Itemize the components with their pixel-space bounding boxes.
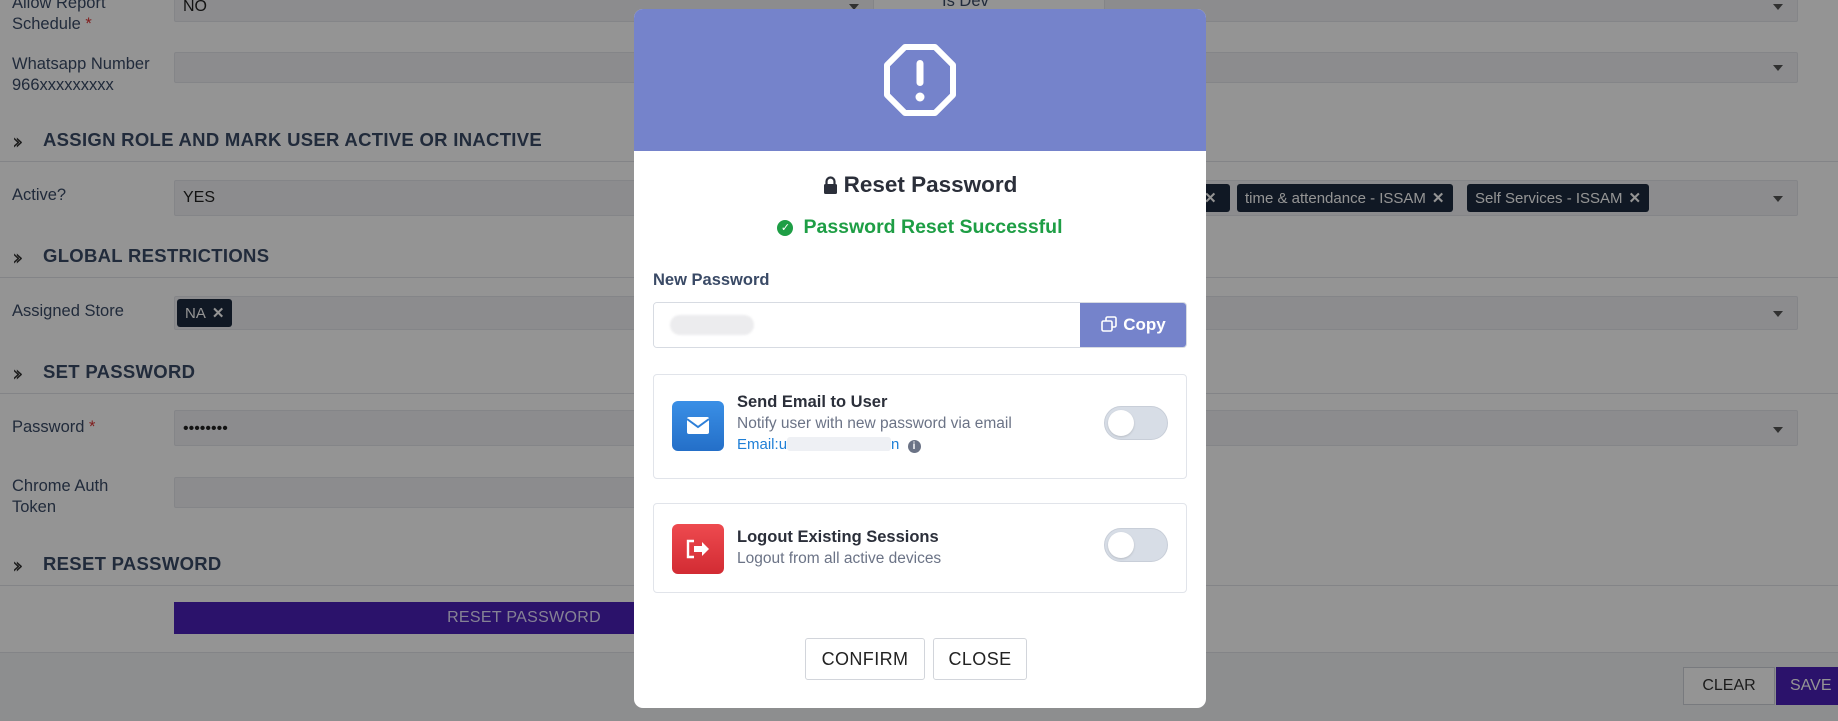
toggle-knob [1108,532,1134,558]
logout-desc: Logout from all active devices [737,550,942,567]
lock-icon [823,176,837,194]
copy-icon [1101,316,1118,332]
send-email-toggle[interactable] [1104,406,1168,440]
envelope-icon [672,401,724,451]
toggle-knob [1108,410,1134,436]
info-icon[interactable]: i [907,440,921,453]
confirm-button[interactable]: CONFIRM [805,638,925,680]
send-email-desc: Notify user with new password via email [737,415,1012,432]
email-address: Email:u n i [737,436,921,453]
modal-header [634,9,1206,151]
reset-password-modal: Reset Password ✓ Password Reset Successfu… [634,9,1206,708]
redacted-email [787,437,892,451]
logout-title: Logout Existing Sessions [737,528,939,546]
send-email-option: Send Email to User Notify user with new … [653,374,1187,479]
new-password-group: Copy [653,302,1187,348]
logout-sessions-option: Logout Existing Sessions Logout from all… [653,503,1187,593]
copy-button[interactable]: Copy [1080,303,1186,347]
new-password-label: New Password [653,271,770,289]
success-message: ✓ Password Reset Successful [634,216,1206,239]
send-email-title: Send Email to User [737,393,888,411]
redacted-password [670,315,754,335]
close-button[interactable]: CLOSE [933,638,1027,680]
logout-sessions-toggle[interactable] [1104,528,1168,562]
modal-title: Reset Password [634,172,1206,198]
sign-out-icon [672,524,724,574]
octagon-exclamation-icon [884,44,956,116]
check-circle-icon: ✓ [777,220,794,236]
